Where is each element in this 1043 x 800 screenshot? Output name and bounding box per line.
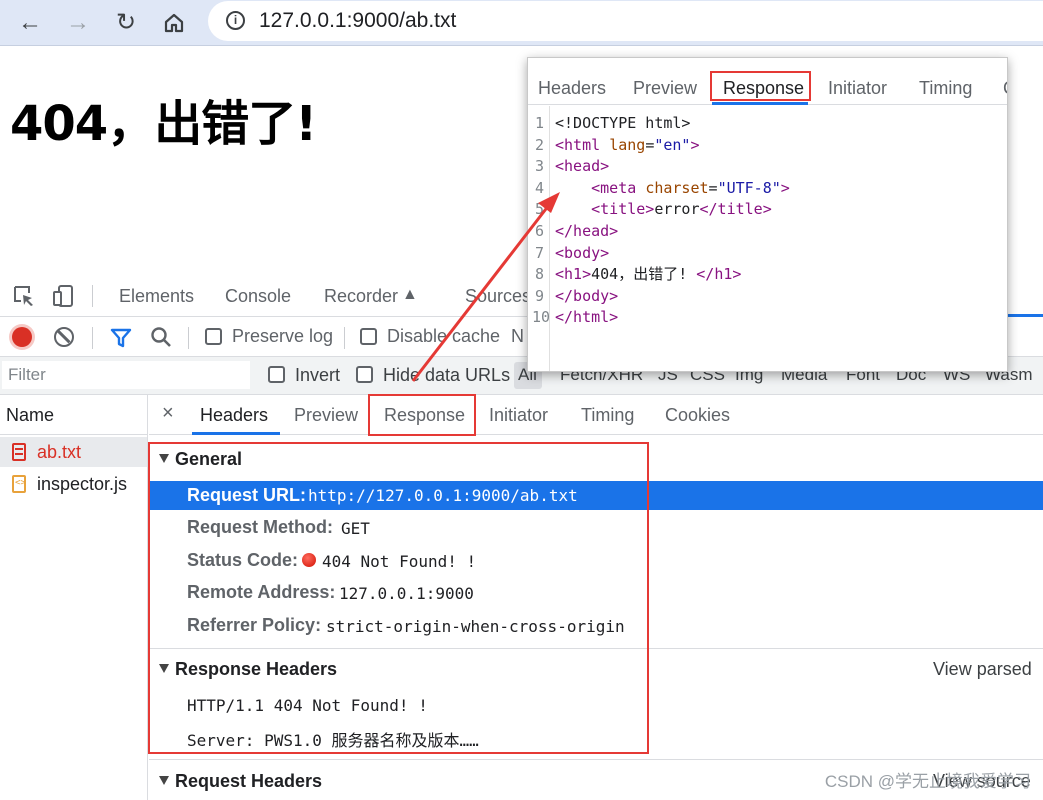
tab-preview[interactable]: Preview — [633, 78, 697, 99]
toolbar-divider — [344, 327, 345, 349]
code-line: 6 </head> — [528, 221, 1007, 243]
view-parsed-link[interactable]: View parsed — [933, 659, 1032, 680]
toolbar-divider — [92, 327, 93, 349]
collapse-triangle-icon — [159, 776, 169, 785]
code-line: 5 <title>error</title> — [528, 199, 1007, 221]
code-line: 1 <!DOCTYPE html> — [528, 113, 1007, 135]
invert-label: Invert — [295, 365, 341, 385]
browser-toolbar: ← → ↻ i 127.0.0.1:9000/ab.txt — [0, 0, 1043, 46]
tab-headers[interactable]: Headers — [200, 405, 268, 426]
page-title: 404，出错了! — [10, 96, 317, 152]
active-tab-indicator — [192, 432, 280, 435]
inspect-element-icon[interactable] — [12, 284, 36, 308]
active-tab-indicator — [712, 102, 808, 105]
request-list: Name ab.txt <> inspector.js — [0, 395, 148, 800]
tab-timing[interactable]: Timing — [581, 405, 634, 426]
code-line: 3 <head> — [528, 156, 1007, 178]
line-number: 6 — [534, 221, 544, 240]
code-line: 10 </html> — [528, 307, 1007, 329]
script-icon: <> — [12, 475, 26, 493]
name-column-header[interactable]: Name — [0, 395, 147, 435]
search-icon[interactable] — [149, 325, 173, 354]
annotation-box-response-tab — [368, 394, 476, 436]
hide-data-urls-checkbox[interactable] — [356, 366, 373, 383]
request-row-ab-txt[interactable]: ab.txt — [0, 437, 147, 467]
arrow-right-icon[interactable]: → — [60, 5, 96, 41]
code-line: 8 <h1>404，出错了! </h1> — [528, 264, 1007, 286]
record-icon[interactable] — [12, 327, 32, 347]
annotation-box-popup-response-tab — [710, 71, 811, 101]
close-icon[interactable]: × — [162, 402, 174, 425]
line-number: 1 — [534, 114, 544, 132]
device-toggle-icon[interactable] — [52, 284, 76, 308]
request-row-inspector-js[interactable]: <> inspector.js — [0, 469, 147, 499]
response-preview-popup: Headers Preview Response Initiator Timin… — [527, 57, 1008, 372]
clear-icon[interactable] — [54, 327, 74, 347]
toolbar-divider — [188, 327, 189, 349]
preserve-log-checkbox[interactable] — [205, 328, 222, 345]
toolbar-divider — [92, 285, 93, 307]
request-headers-title: Request Headers — [175, 771, 323, 791]
disable-cache-checkbox[interactable] — [360, 328, 377, 345]
tab-recorder[interactable]: Recorder — [324, 286, 398, 307]
tab-headers[interactable]: Headers — [538, 78, 606, 99]
tab-cookies[interactable]: Cookies — [665, 405, 730, 426]
home-icon[interactable] — [156, 5, 192, 41]
section-divider — [149, 759, 1043, 760]
line-number: 8 — [534, 265, 544, 284]
url-text[interactable]: 127.0.0.1:9000/ab.txt — [259, 9, 456, 33]
watermark: CSDN @学无止境我爱学习 — [824, 772, 1031, 791]
hide-data-urls-label: Hide data URLs — [383, 365, 511, 385]
annotation-box-headers — [148, 442, 649, 754]
line-number: 5 — [534, 200, 544, 219]
tab-cookies[interactable]: C — [1003, 78, 1007, 99]
tab-sources[interactable]: Sources — [465, 286, 531, 307]
request-name: inspector.js — [37, 474, 128, 494]
response-source[interactable]: 1 <!DOCTYPE html> 2 <html lang="en"> 3 <hea… — [528, 113, 1007, 329]
tab-preview[interactable]: Preview — [294, 405, 358, 426]
line-number: 4 — [534, 178, 544, 197]
tab-console[interactable]: Console — [225, 286, 291, 307]
tab-initiator[interactable]: Initiator — [489, 405, 548, 426]
tab-elements[interactable]: Elements — [119, 286, 194, 307]
line-number: 3 — [534, 157, 544, 176]
tab-initiator[interactable]: Initiator — [828, 78, 887, 99]
line-number: 10 — [532, 308, 551, 327]
detail-tabs: × Headers Preview Response Initiator Tim… — [149, 395, 1043, 435]
request-headers-toggle[interactable]: Request Headers — [159, 771, 322, 792]
code-line: 2 <html lang="en"> — [528, 135, 1007, 157]
code-line: 9 </body> — [528, 286, 1007, 308]
line-number: 2 — [534, 135, 544, 154]
document-icon — [12, 443, 26, 461]
filter-input[interactable]: Filter — [2, 361, 250, 389]
tab-timing[interactable]: Timing — [919, 78, 972, 99]
reload-icon[interactable]: ↻ — [108, 5, 144, 41]
disable-cache-label: Disable cache — [387, 326, 501, 346]
info-icon[interactable]: i — [226, 11, 245, 30]
invert-checkbox[interactable] — [268, 366, 285, 383]
line-number: 9 — [534, 286, 544, 305]
throttling-label[interactable]: N — [511, 326, 524, 347]
address-bar[interactable]: i 127.0.0.1:9000/ab.txt — [208, 1, 1043, 41]
code-line: 7 <body> — [528, 243, 1007, 265]
filter-icon[interactable] — [109, 326, 133, 355]
line-number: 7 — [534, 243, 544, 262]
request-name: ab.txt — [37, 442, 82, 462]
code-line: 4 <meta charset="UTF-8"> — [528, 178, 1007, 200]
flask-icon: ▲ — [402, 286, 418, 303]
arrow-left-icon[interactable]: ← — [12, 5, 48, 41]
preserve-log-label: Preserve log — [232, 326, 334, 346]
